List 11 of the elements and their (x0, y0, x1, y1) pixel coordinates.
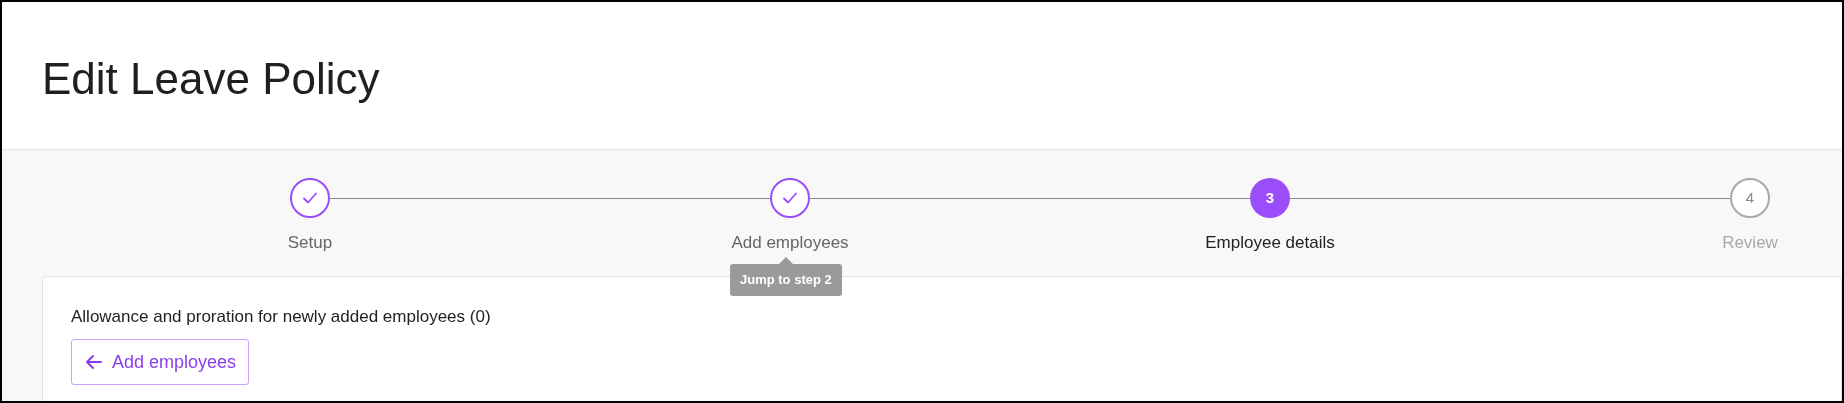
tooltip: Jump to step 2 (730, 264, 842, 296)
step-label: Setup (287, 232, 333, 254)
step-number[interactable]: 3 (1250, 178, 1290, 218)
step-number[interactable]: 4 (1730, 178, 1770, 218)
step-label: Review (1722, 232, 1778, 254)
step-label: Employee details (1205, 232, 1335, 254)
add-employees-button[interactable]: Add employees (71, 339, 250, 385)
step-label: Add employees (731, 232, 849, 254)
section-heading: Allowance and proration for newly added employees (0) (71, 306, 492, 328)
arrow-left-icon (84, 352, 104, 372)
page-title: Edit Leave Policy (42, 52, 380, 105)
